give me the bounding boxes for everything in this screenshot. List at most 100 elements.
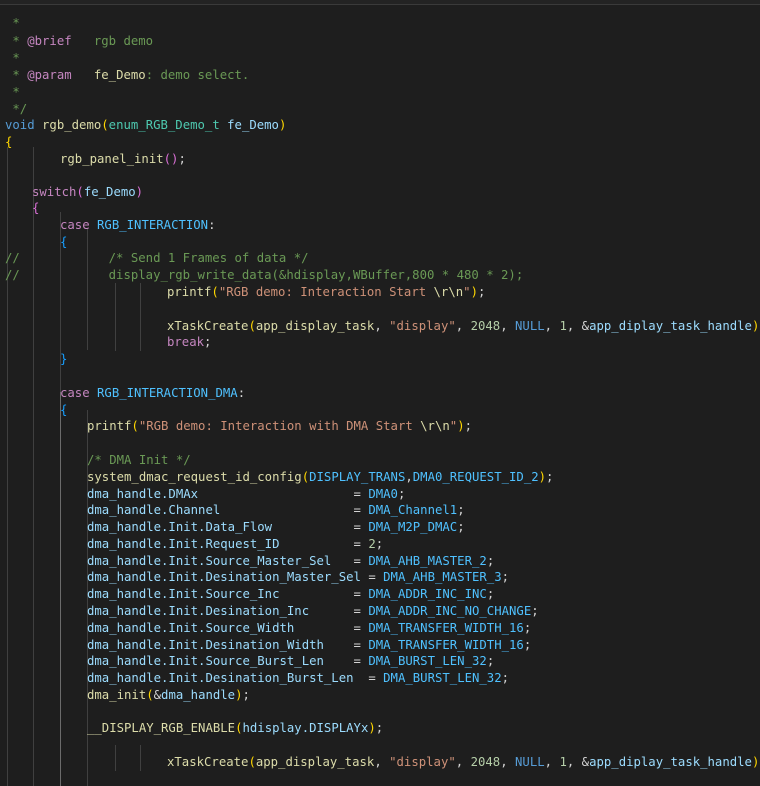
code-line[interactable]: {: [0, 134, 760, 151]
code-line[interactable]: [0, 435, 760, 452]
code-token: 2048: [470, 755, 501, 769]
code-token: ,: [374, 755, 390, 769]
code-token: ;: [397, 487, 406, 501]
code-token: (: [211, 285, 219, 299]
code-token: (: [248, 319, 256, 333]
code-line[interactable]: [0, 737, 760, 754]
code-line[interactable]: dma_init(&dma_handle);: [0, 687, 760, 704]
code-line[interactable]: dma_handle.Init.Desination_Inc = DMA_ADD…: [0, 603, 760, 620]
code-line[interactable]: dma_handle.Channel = DMA_Channel1;: [0, 502, 760, 519]
code-line[interactable]: }: [0, 351, 760, 368]
code-token: app_display_task: [255, 755, 375, 769]
code-token: ): [457, 419, 465, 433]
code-line[interactable]: case RGB_INTERACTION:: [0, 217, 760, 234]
code-line[interactable]: {: [0, 234, 760, 251]
code-line[interactable]: case RGB_INTERACTION_DMA:: [0, 385, 760, 402]
code-line[interactable]: dma_handle.DMAx = DMA0;: [0, 486, 760, 503]
code-token: // display_rgb_write_data(&hdisplay,WBuf…: [5, 268, 524, 282]
code-line[interactable]: * @brief rgb demo: [0, 33, 760, 50]
code-line[interactable]: *: [0, 15, 760, 32]
code-token: {: [60, 235, 68, 249]
code-token: // /* Send 1 Frames of data */: [5, 251, 309, 265]
code-line[interactable]: {: [0, 200, 760, 217]
code-line[interactable]: switch(fe_Demo): [0, 184, 760, 201]
code-token: {: [5, 135, 13, 149]
code-token: , &: [566, 319, 590, 333]
code-token: DMA_TRANSFER_WIDTH_16: [368, 638, 524, 652]
code-token: 1: [559, 319, 567, 333]
code-line[interactable]: dma_handle.Init.Desination_Burst_Len = D…: [0, 670, 760, 687]
code-token: "display": [389, 319, 456, 333]
code-token: , &: [566, 755, 590, 769]
code-line[interactable]: break;: [0, 334, 760, 351]
code-line[interactable]: [0, 703, 760, 720]
code-line[interactable]: * @param fe_Demo: demo select.: [0, 67, 760, 84]
code-token: ": [463, 285, 471, 299]
code-line[interactable]: *: [0, 84, 760, 101]
code-line[interactable]: dma_handle.Init.Desination_Master_Sel = …: [0, 569, 760, 586]
code-token: ;: [477, 285, 486, 299]
code-token: NULL: [515, 319, 545, 333]
code-line[interactable]: system_dmac_request_id_config(DISPLAY_TR…: [0, 469, 760, 486]
code-token: ;: [375, 721, 384, 735]
code-line[interactable]: xTaskCreate(app_display_task, "display",…: [0, 318, 760, 335]
code-line[interactable]: printf("RGB demo: Interaction with DMA S…: [0, 418, 760, 435]
code-token: ;: [486, 654, 495, 668]
code-line[interactable]: // display_rgb_write_data(&hdisplay,WBuf…: [0, 267, 760, 284]
code-token: (: [76, 185, 84, 199]
code-token: DMA0_REQUEST_ID_2: [412, 470, 539, 484]
code-line[interactable]: __DISPLAY_RGB_ENABLE(hdisplay.DISPLAYx);: [0, 720, 760, 737]
code-line[interactable]: rgb_panel_init();: [0, 151, 760, 168]
code-token: (: [301, 470, 310, 484]
code-line[interactable]: dma_handle.Init.Source_Inc = DMA_ADDR_IN…: [0, 586, 760, 603]
code-token: dma_handle.Init.Source_Inc: [87, 587, 280, 601]
code-line[interactable]: // /* Send 1 Frames of data */: [0, 250, 760, 267]
code-token: DMA_BURST_LEN_32: [368, 654, 487, 668]
code-line[interactable]: printf("RGB demo: Interaction Start \r\n…: [0, 284, 760, 301]
code-token: __DISPLAY_RGB_ENABLE: [87, 721, 236, 735]
code-token: rgb_panel_init: [60, 152, 164, 166]
code-token: app_diplay_task_handle: [589, 319, 752, 333]
code-token: DISPLAY_TRANS: [309, 470, 406, 484]
code-line[interactable]: dma_handle.Init.Data_Flow = DMA_M2P_DMAC…: [0, 519, 760, 536]
code-editor[interactable]: * * @brief rgb demo * * @param fe_Demo: …: [0, 0, 760, 786]
code-line[interactable]: *: [0, 50, 760, 67]
code-line[interactable]: dma_handle.Init.Request_ID = 2;: [0, 536, 760, 553]
code-token: DMA_BURST_LEN_32: [383, 671, 502, 685]
code-token: dma_init: [87, 688, 147, 702]
code-token: *: [5, 16, 20, 30]
code-token: DMA_ADDR_INC_NO_CHANGE: [368, 604, 532, 618]
code-token: =: [272, 520, 369, 534]
code-token: dma_handle.Init.Source_Width: [87, 621, 295, 635]
code-line[interactable]: dma_handle.Init.Source_Master_Sel = DMA_…: [0, 553, 760, 570]
code-token: ,: [455, 319, 471, 333]
code-token: ,: [544, 319, 560, 333]
code-line[interactable]: [0, 368, 760, 385]
code-line[interactable]: dma_handle.Init.Desination_Width = DMA_T…: [0, 637, 760, 654]
code-line[interactable]: xTaskCreate(app_display_task, "display",…: [0, 754, 760, 771]
code-line[interactable]: */: [0, 101, 760, 118]
code-token: =: [331, 554, 369, 568]
code-line[interactable]: dma_handle.Init.Source_Burst_Len = DMA_B…: [0, 653, 760, 670]
code-token: fe_Demo: [93, 68, 146, 82]
code-token: (: [248, 755, 256, 769]
code-line[interactable]: void rgb_demo(enum_RGB_Demo_t fe_Demo): [0, 117, 760, 134]
code-token: =: [309, 604, 369, 618]
code-token: ,: [405, 470, 413, 484]
code-token: :: [237, 386, 246, 400]
code-token: =: [294, 621, 369, 635]
code-line[interactable]: dma_handle.Init.Source_Width = DMA_TRANS…: [0, 620, 760, 637]
code-token: ;: [375, 537, 384, 551]
code-token: 1: [559, 755, 567, 769]
code-token: ): [368, 721, 376, 735]
code-line[interactable]: [0, 301, 760, 318]
code-token: (: [131, 419, 139, 433]
code-token: =: [323, 638, 369, 652]
code-token: (: [101, 118, 109, 132]
code-line[interactable]: [0, 168, 760, 185]
code-token: =: [220, 503, 369, 517]
code-line[interactable]: {: [0, 402, 760, 419]
code-line[interactable]: /* DMA Init */: [0, 452, 760, 469]
